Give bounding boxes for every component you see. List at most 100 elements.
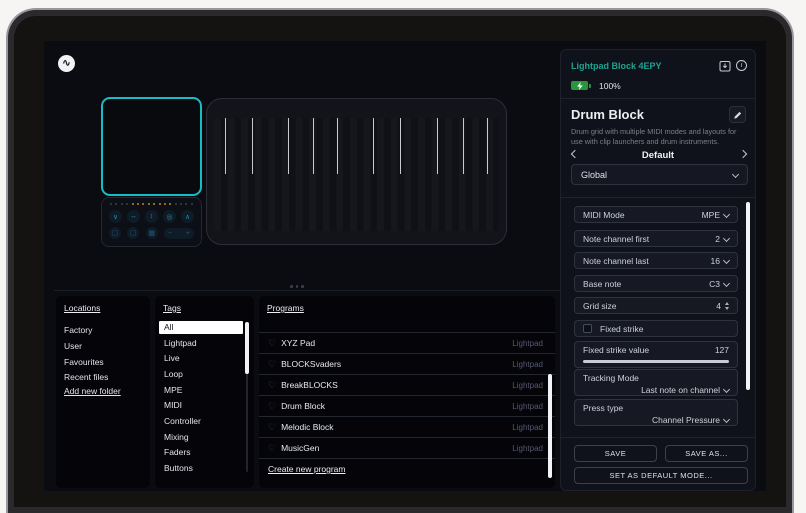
firmware-update-icon[interactable] bbox=[719, 60, 731, 72]
note-channel-first-dropdown[interactable]: Note channel first 2 bbox=[574, 230, 738, 247]
favourite-heart-icon[interactable]: ♡ bbox=[268, 359, 276, 370]
black-key-marker bbox=[337, 118, 339, 174]
chevron-down-icon bbox=[722, 256, 731, 264]
pencil-icon bbox=[733, 111, 741, 119]
loop-block-buttons-row1: ∨ ↔ ↕ ◎ ∧ bbox=[108, 210, 195, 223]
location-item-favourites[interactable]: Favourites bbox=[64, 355, 108, 371]
programs-scrollbar[interactable] bbox=[548, 374, 552, 478]
locations-panel: Locations Factory User Favourites Recent… bbox=[56, 296, 150, 488]
press-button[interactable]: ◎ bbox=[163, 210, 176, 223]
stepper-arrows[interactable] bbox=[725, 301, 729, 310]
tag-item-midi[interactable]: MIDI bbox=[159, 398, 243, 414]
favourite-heart-icon[interactable]: ♡ bbox=[268, 401, 276, 412]
settings-scrollbar[interactable] bbox=[746, 202, 750, 390]
favourite-heart-icon[interactable]: ♡ bbox=[268, 380, 276, 391]
black-key-marker bbox=[251, 118, 253, 174]
base-note-dropdown[interactable]: Base note C3 bbox=[574, 275, 738, 292]
chevron-down-icon bbox=[731, 170, 740, 178]
glide-button[interactable]: ↔ bbox=[127, 210, 140, 223]
slide-button[interactable]: ↕ bbox=[145, 210, 158, 223]
led-dot-row bbox=[108, 202, 195, 206]
black-key-marker bbox=[312, 118, 314, 174]
create-new-program-row[interactable]: Create new program bbox=[259, 458, 555, 479]
tag-item-controller[interactable]: Controller bbox=[159, 414, 243, 430]
seaboard-block-image[interactable] bbox=[206, 98, 507, 245]
drag-handle-icon[interactable] bbox=[290, 285, 304, 288]
led-dot bbox=[142, 203, 145, 205]
tag-item-mpe[interactable]: MPE bbox=[159, 383, 243, 399]
tag-item-live[interactable]: Live bbox=[159, 351, 243, 367]
velocity-button[interactable]: ∨ bbox=[109, 210, 122, 223]
device-name: Lightpad Block 4EPY bbox=[571, 61, 662, 71]
tags-scrollbar[interactable] bbox=[245, 322, 249, 374]
add-new-folder-link[interactable]: Add new folder bbox=[64, 386, 121, 396]
locations-header: Locations bbox=[64, 303, 101, 313]
favourite-heart-icon[interactable]: ♡ bbox=[268, 443, 276, 454]
led-dot bbox=[185, 203, 188, 205]
mode-button-2[interactable]: ▢ bbox=[127, 227, 140, 239]
tag-item-loop[interactable]: Loop bbox=[159, 367, 243, 383]
black-key-marker bbox=[463, 118, 465, 174]
tag-item-buttons[interactable]: Buttons bbox=[159, 461, 243, 477]
program-name: MusicGen bbox=[281, 443, 320, 453]
black-key-marker bbox=[436, 118, 438, 174]
tags-list: All Lightpad Live Loop MPE MIDI Controll… bbox=[159, 320, 243, 477]
programs-panel: Programs ♡ XYZ Pad Lightpad ♡ BLOCKSvade… bbox=[259, 296, 555, 488]
create-new-program-link[interactable]: Create new program bbox=[268, 464, 345, 474]
save-as-button[interactable]: SAVE AS... bbox=[665, 445, 748, 462]
grid-size-stepper[interactable]: Grid size 4 bbox=[574, 297, 738, 314]
led-dot bbox=[180, 203, 183, 205]
logo-wave-icon: ∿ bbox=[62, 58, 71, 69]
edit-mode-button[interactable] bbox=[729, 106, 746, 123]
laptop-frame: ∿ ∨ ↔ ↕ ◎ ∧ ▢ ▢ ▦ − + Locations Factory … bbox=[6, 8, 794, 513]
seaboard-keywaves bbox=[214, 118, 499, 231]
tracking-mode-dropdown[interactable]: Tracking Mode Last note on channel bbox=[574, 369, 738, 396]
chevron-down-icon bbox=[722, 385, 731, 394]
program-row[interactable]: ♡ BLOCKSvaders Lightpad bbox=[259, 353, 555, 374]
scope-dropdown[interactable]: Global bbox=[571, 164, 748, 185]
loop-block-buttons-row2: ▢ ▢ ▦ − + bbox=[108, 227, 195, 239]
favourite-heart-icon[interactable]: ♡ bbox=[268, 338, 276, 349]
program-tag: Lightpad bbox=[512, 380, 543, 390]
favourite-heart-icon[interactable]: ♡ bbox=[268, 422, 276, 433]
fixed-strike-slider[interactable] bbox=[583, 360, 729, 363]
tag-item-faders[interactable]: Faders bbox=[159, 445, 243, 461]
tag-item-all[interactable]: All bbox=[159, 321, 243, 335]
led-dot bbox=[126, 203, 129, 205]
mode-button-1[interactable]: ▢ bbox=[109, 227, 121, 239]
stepper-up-icon bbox=[725, 301, 729, 305]
midi-mode-dropdown[interactable]: MIDI Mode MPE bbox=[574, 206, 738, 223]
program-row[interactable]: ♡ BreakBLOCKS Lightpad bbox=[259, 374, 555, 395]
roli-logo[interactable]: ∿ bbox=[58, 55, 75, 72]
fixed-strike-value-slider-row[interactable]: Fixed strike value 127 bbox=[574, 341, 738, 368]
note-channel-last-dropdown[interactable]: Note channel last 16 bbox=[574, 252, 738, 269]
program-tag: Lightpad bbox=[512, 443, 543, 453]
program-name: Drum Block bbox=[281, 401, 326, 411]
program-row[interactable]: ♡ Melodic Block Lightpad bbox=[259, 416, 555, 437]
loop-block-image[interactable]: ∨ ↔ ↕ ◎ ∧ ▢ ▢ ▦ − + bbox=[101, 197, 202, 247]
location-item-factory[interactable]: Factory bbox=[64, 323, 108, 339]
set-as-default-mode-button[interactable]: SET AS DEFAULT MODE... bbox=[574, 467, 748, 484]
tag-item-mixing[interactable]: Mixing bbox=[159, 430, 243, 446]
program-row[interactable]: ♡ Drum Block Lightpad bbox=[259, 395, 555, 416]
press-type-dropdown[interactable]: Press type Channel Pressure bbox=[574, 399, 738, 426]
lightpad-block-image[interactable] bbox=[101, 97, 202, 196]
tag-item-lightpad[interactable]: Lightpad bbox=[159, 336, 243, 352]
grid-button[interactable]: ▦ bbox=[145, 227, 158, 239]
location-item-user[interactable]: User bbox=[64, 339, 108, 355]
program-tag: Lightpad bbox=[512, 422, 543, 432]
fixed-strike-checkbox[interactable] bbox=[583, 324, 592, 333]
stepper-down-icon bbox=[725, 306, 729, 310]
led-dot bbox=[169, 203, 172, 205]
info-icon[interactable]: i bbox=[736, 60, 747, 71]
octave-stepper[interactable]: − + bbox=[163, 227, 194, 239]
program-row[interactable]: ♡ MusicGen Lightpad bbox=[259, 437, 555, 458]
black-key-marker bbox=[373, 118, 375, 174]
fixed-strike-row[interactable]: Fixed strike bbox=[574, 320, 738, 337]
save-button[interactable]: SAVE bbox=[574, 445, 657, 462]
program-row[interactable]: ♡ XYZ Pad Lightpad bbox=[259, 332, 555, 353]
black-key-marker bbox=[288, 118, 290, 174]
location-item-recent-files[interactable]: Recent files bbox=[64, 370, 108, 386]
lift-button[interactable]: ∧ bbox=[181, 210, 194, 223]
program-tag: Lightpad bbox=[512, 401, 543, 411]
